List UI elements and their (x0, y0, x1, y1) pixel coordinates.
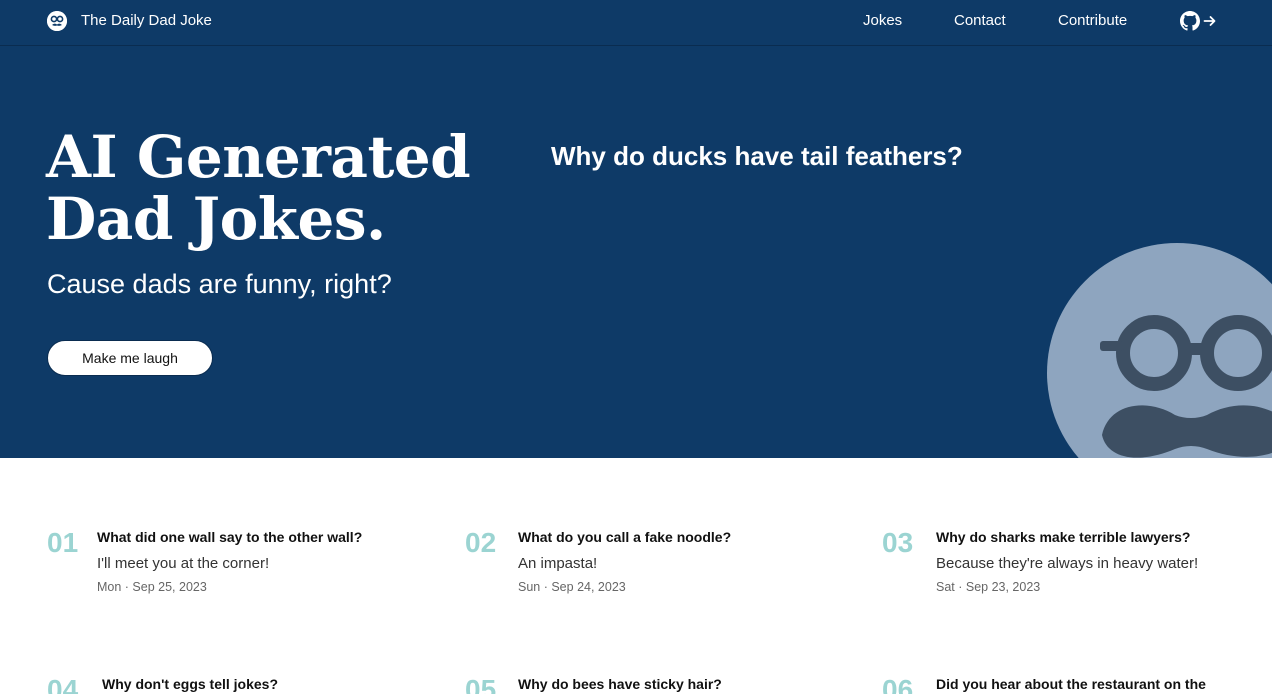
featured-joke-question: Why do ducks have tail feathers? (551, 141, 963, 171)
joke-date: Sun · Sep 24, 2023 (518, 580, 626, 594)
hero-title-line1: AI Generated (46, 123, 471, 191)
joke-question: Did you hear about the restaurant on the (936, 676, 1206, 692)
joke-question: What did one wall say to the other wall? (97, 529, 363, 545)
joke-number: 03 (882, 527, 914, 558)
nav-link-jokes[interactable]: Jokes (863, 12, 902, 30)
top-navbar: The Daily Dad Joke Jokes Contact Contrib… (0, 0, 1272, 46)
joke-answer: An impasta! (518, 555, 598, 572)
joke-number: 01 (47, 527, 79, 558)
make-me-laugh-button[interactable]: Make me laugh (47, 340, 213, 376)
jokes-list: 01 What did one wall say to the other wa… (0, 458, 1272, 694)
joke-question: Why do sharks make terrible lawyers? (936, 529, 1191, 545)
joke-answer: I'll meet you at the corner! (97, 555, 270, 572)
joke-number: 05 (465, 674, 497, 694)
github-icon (1180, 11, 1200, 31)
joke-question: Why don't eggs tell jokes? (102, 676, 279, 692)
hero-title-line2: Dad Jokes. (46, 185, 386, 253)
dad-face-logo-icon (47, 11, 67, 31)
hero-subtitle: Cause dads are funny, right? (47, 269, 392, 299)
joke-question: Why do bees have sticky hair? (518, 676, 722, 692)
github-link[interactable] (1180, 10, 1218, 32)
hero-section: AI Generated Dad Jokes. Cause dads are f… (0, 46, 1272, 458)
hero-title: AI Generated Dad Jokes. (46, 123, 471, 253)
joke-date: Sat · Sep 23, 2023 (936, 580, 1041, 594)
nav-link-contribute[interactable]: Contribute (1058, 12, 1127, 30)
brand-link[interactable]: The Daily Dad Joke (47, 10, 212, 32)
joke-question: What do you call a fake noodle? (518, 529, 732, 545)
joke-answer: Because they're always in heavy water! (936, 555, 1199, 572)
joke-number: 06 (882, 674, 914, 694)
joke-number: 02 (465, 527, 497, 558)
dad-face-icon (1047, 243, 1272, 458)
joke-number: 04 (47, 674, 79, 694)
nav-link-contact[interactable]: Contact (954, 12, 1006, 30)
brand-name: The Daily Dad Joke (81, 12, 212, 29)
joke-date: Mon · Sep 25, 2023 (97, 580, 207, 594)
arrow-right-icon (1203, 16, 1216, 26)
